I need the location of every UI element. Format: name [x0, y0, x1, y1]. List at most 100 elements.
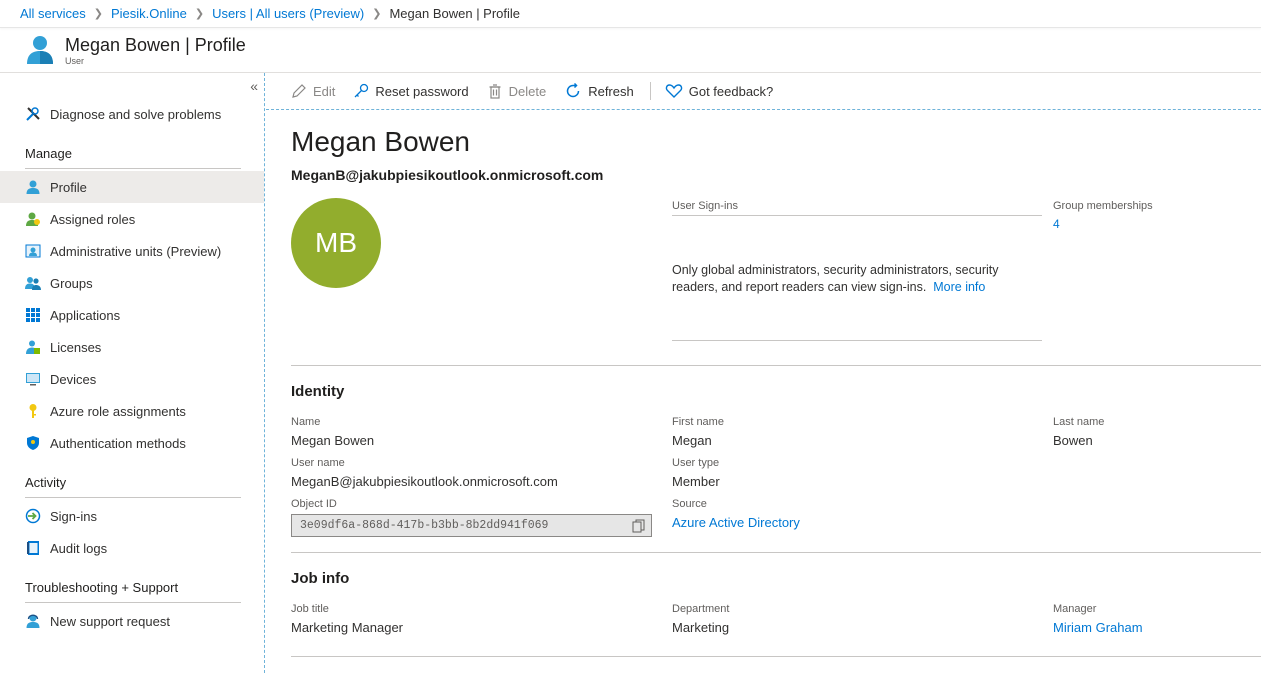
feedback-label: Got feedback?: [688, 83, 774, 99]
manager-link[interactable]: Miriam Graham: [1053, 620, 1143, 636]
sidebar-item-profile[interactable]: Profile: [0, 171, 264, 203]
copy-icon[interactable]: [632, 519, 645, 533]
user-name-field: User name MeganB@jakubpiesikoutlook.onmi…: [291, 456, 558, 490]
field-label: Source: [672, 498, 707, 510]
sidebar-item-assigned-roles[interactable]: Assigned roles: [0, 203, 264, 235]
breadcrumb-users[interactable]: Users | All users (Preview): [212, 6, 364, 21]
field-label: User name: [291, 457, 345, 469]
sign-ins-message: Only global administrators, security adm…: [672, 262, 1042, 296]
group-memberships: Group memberships 4: [1053, 200, 1153, 231]
group-memberships-label: Group memberships: [1053, 200, 1153, 212]
refresh-label: Refresh: [588, 83, 634, 99]
toolbar-divider: [649, 82, 651, 100]
identity-title: Identity: [291, 383, 345, 400]
field-value: Bowen: [1053, 433, 1093, 448]
sidebar-item-audit-logs[interactable]: Audit logs: [0, 532, 264, 564]
group-memberships-count[interactable]: 4: [1053, 217, 1153, 231]
field-label: Department: [672, 603, 730, 615]
sidebar-item-label: Licenses: [50, 339, 102, 355]
sign-ins-label: User Sign-ins: [672, 200, 1042, 216]
reset-password-button[interactable]: Reset password: [353, 83, 469, 99]
sidebar-item-sign-ins[interactable]: Sign-ins: [0, 500, 264, 532]
assigned-roles-icon: [25, 211, 41, 227]
manager-field: Manager Miriam Graham: [1053, 602, 1143, 636]
field-value: Megan Bowen: [291, 433, 375, 448]
sign-ins-icon: [25, 508, 41, 524]
field-label: Name: [291, 416, 321, 428]
name-field: Name Megan Bowen: [291, 415, 374, 449]
support-user-icon: [25, 613, 41, 629]
sidebar-item-label: Groups: [50, 275, 93, 291]
audit-logs-icon: [25, 540, 41, 556]
sidebar-item-applications[interactable]: Applications: [0, 299, 264, 331]
reset-password-label: Reset password: [375, 83, 469, 99]
admin-units-icon: [25, 243, 41, 259]
wrench-icon: [25, 106, 41, 122]
sidebar-item-label: Diagnose and solve problems: [50, 106, 222, 122]
edit-button[interactable]: Edit: [291, 83, 335, 99]
sidebar-item-label: Profile: [50, 179, 87, 195]
breadcrumb-current: Megan Bowen | Profile: [389, 6, 521, 21]
chevron-right-icon: ❯: [194, 8, 205, 20]
sidebar-item-devices[interactable]: Devices: [0, 363, 264, 395]
applications-grid-icon: [25, 307, 41, 323]
shield-icon: [25, 435, 41, 451]
user-icon: [25, 179, 41, 195]
chevron-right-icon: ❯: [93, 8, 103, 20]
sidebar-item-label: Applications: [50, 307, 121, 323]
source-field: Source Azure Active Directory: [672, 497, 800, 531]
field-value: Megan: [672, 433, 712, 448]
page-title: Megan Bowen | Profile: [65, 35, 246, 55]
sidebar-item-azure-role-assignments[interactable]: Azure role assignments: [0, 395, 264, 427]
breadcrumb-tenant[interactable]: Piesik.Online: [111, 6, 187, 21]
breadcrumb: All services ❯ Piesik.Online ❯ Users | A…: [0, 0, 1261, 28]
user-sign-ins-panel: User Sign-ins Only global administrators…: [672, 200, 1042, 341]
sidebar: « Diagnose and solve problems Manage Pro…: [0, 73, 265, 673]
object-id-field: Object ID: [291, 497, 337, 511]
job-title-field: Job title Marketing Manager: [291, 602, 403, 636]
user-principal-name: MeganB@jakubpiesikoutlook.onmicrosoft.co…: [291, 167, 604, 183]
field-label: Object ID: [291, 498, 337, 510]
page-subtitle: User: [65, 56, 85, 66]
key-icon: [25, 403, 41, 419]
source-link[interactable]: Azure Active Directory: [672, 515, 800, 531]
sidebar-item-groups[interactable]: Groups: [0, 267, 264, 299]
breadcrumb-all-services[interactable]: All services: [20, 6, 86, 21]
object-id-input[interactable]: 3e09df6a-868d-417b-b3bb-8b2dd941f069: [291, 514, 652, 537]
field-label: Job title: [291, 603, 329, 615]
collapse-sidebar-icon[interactable]: «: [250, 78, 258, 94]
section-manage: Manage: [25, 146, 241, 169]
sidebar-item-label: Assigned roles: [50, 211, 136, 227]
sidebar-item-licenses[interactable]: Licenses: [0, 331, 264, 363]
edit-label: Edit: [313, 83, 336, 99]
section-divider: [291, 552, 1261, 553]
sidebar-item-label: Audit logs: [50, 540, 108, 556]
trash-icon: [489, 84, 501, 99]
sidebar-item-admin-units[interactable]: Administrative units (Preview): [0, 235, 264, 267]
job-info-title: Job info: [291, 570, 350, 587]
command-bar: Edit Reset password Delete Refresh Got f…: [266, 73, 1261, 110]
feedback-button[interactable]: Got feedback?: [665, 83, 774, 99]
field-value: MeganB@jakubpiesikoutlook.onmicrosoft.co…: [291, 474, 558, 489]
first-name-field: First name Megan: [672, 415, 724, 449]
refresh-icon: [566, 82, 580, 98]
sidebar-item-label: New support request: [50, 613, 170, 629]
section-troubleshooting: Troubleshooting + Support: [25, 580, 241, 603]
key-icon: [354, 83, 369, 98]
delete-button[interactable]: Delete: [487, 83, 546, 99]
sidebar-item-label: Devices: [50, 371, 97, 387]
pencil-icon: [292, 84, 306, 98]
sidebar-item-authentication-methods[interactable]: Authentication methods: [0, 427, 264, 459]
sidebar-item-new-support-request[interactable]: New support request: [0, 605, 264, 637]
sidebar-item-diagnose[interactable]: Diagnose and solve problems: [0, 98, 264, 130]
field-label: User type: [672, 457, 720, 469]
sidebar-item-label: Administrative units (Preview): [50, 243, 222, 259]
section-activity: Activity: [25, 475, 241, 498]
more-info-link[interactable]: More info: [933, 280, 985, 294]
field-value: Marketing: [672, 620, 730, 635]
sidebar-item-label: Sign-ins: [50, 508, 97, 524]
user-type-field: User type Member: [672, 456, 720, 490]
user-icon: [27, 36, 53, 64]
profile-content: Megan Bowen MeganB@jakubpiesikoutlook.on…: [266, 110, 1261, 673]
refresh-button[interactable]: Refresh: [564, 82, 634, 100]
